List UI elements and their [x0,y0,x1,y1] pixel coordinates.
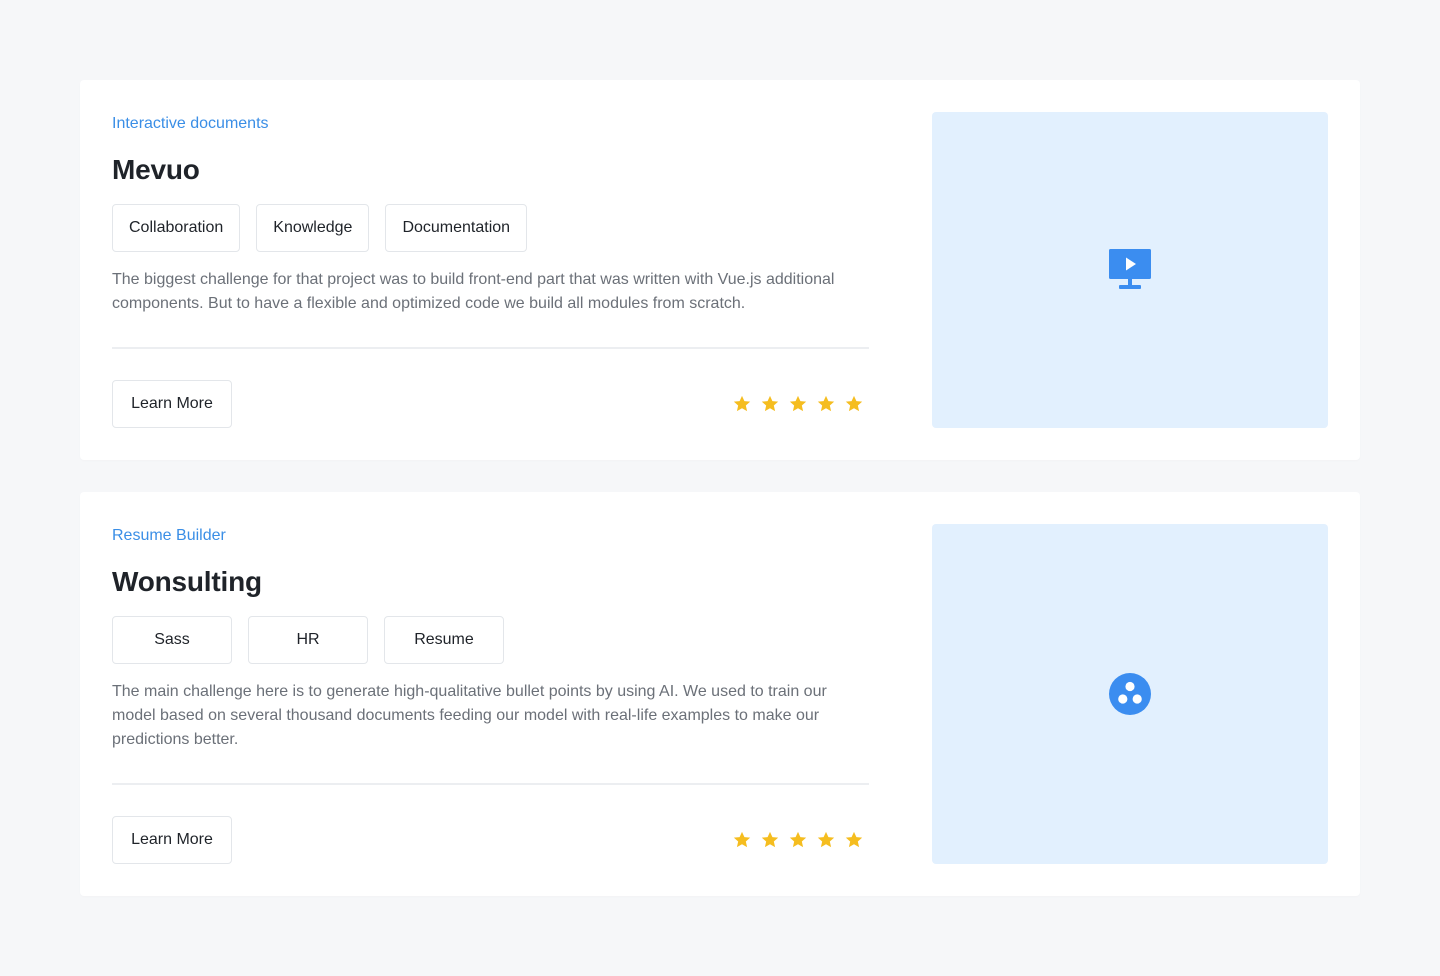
tag-list: Collaboration Knowledge Documentation [112,204,869,252]
learn-more-button[interactable]: Learn More [112,380,232,428]
project-title: Mevuo [112,154,200,185]
divider [112,347,869,349]
tag-documentation[interactable]: Documentation [385,204,528,252]
divider [112,783,869,785]
three-dots-circle-icon [1109,673,1151,715]
tag-hr[interactable]: HR [248,616,368,664]
tag-list: Sass HR Resume [112,616,869,664]
project-category: Resume Builder [112,527,226,544]
star-icon [733,395,751,412]
star-rating [732,394,864,414]
star-icon [789,395,807,412]
project-card-wonsulting: Resume Builder Wonsulting Sass HR Resume… [80,492,1360,896]
tag-sass[interactable]: Sass [112,616,232,664]
star-icon [845,831,863,848]
star-icon [845,395,863,412]
tag-knowledge[interactable]: Knowledge [256,204,370,252]
star-icon [817,395,835,412]
presentation-play-icon [1109,249,1151,289]
star-icon [761,831,779,848]
star-icon [817,831,835,848]
star-icon [761,395,779,412]
project-content: Resume Builder Wonsulting Sass HR Resume… [112,524,869,752]
project-media [932,112,1328,428]
project-description: The main challenge here is to generate h… [112,683,827,748]
project-content: Interactive documents Mevuo Collaboratio… [112,112,869,316]
project-description: The biggest challenge for that project w… [112,271,835,312]
star-icon [733,831,751,848]
project-media [932,524,1328,864]
tag-collaboration[interactable]: Collaboration [112,204,241,252]
tag-resume[interactable]: Resume [384,616,504,664]
star-rating [732,830,864,850]
learn-more-button[interactable]: Learn More [112,816,232,864]
project-title: Wonsulting [112,566,262,597]
project-card-mevuo: Interactive documents Mevuo Collaboratio… [80,80,1360,460]
project-category: Interactive documents [112,115,269,132]
star-icon [789,831,807,848]
